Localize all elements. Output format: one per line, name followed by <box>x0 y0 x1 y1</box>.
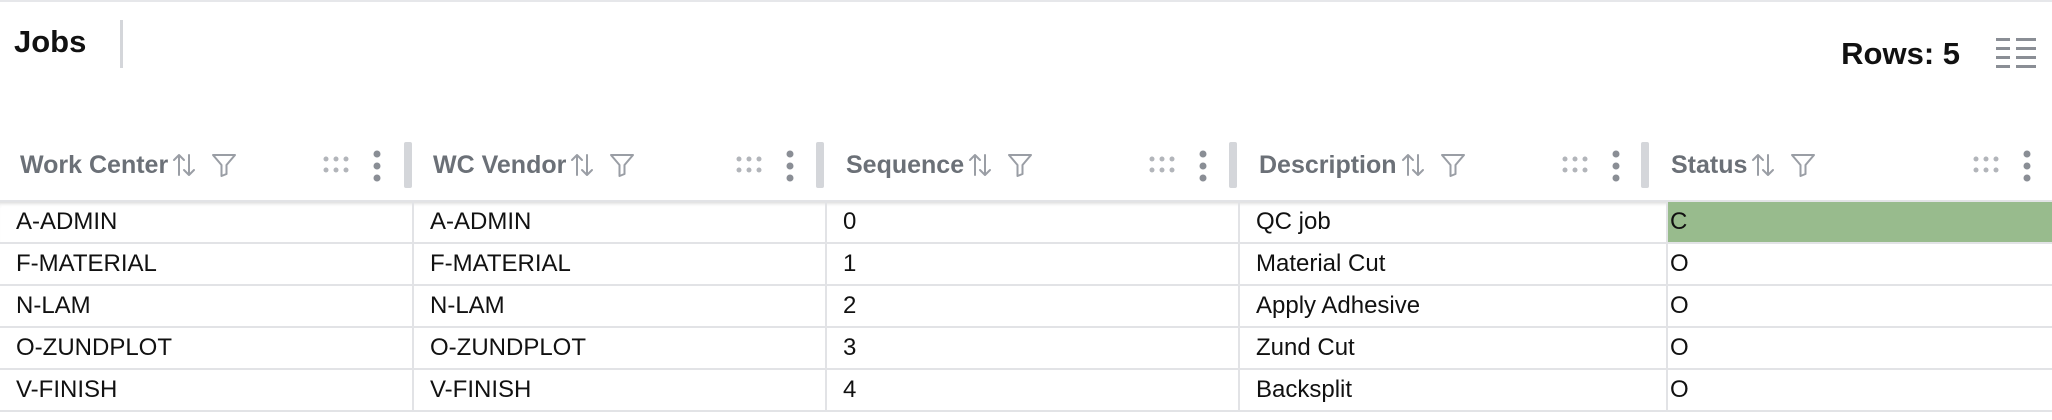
sort-arrows-icon[interactable] <box>170 151 198 179</box>
cell-work-center[interactable]: V-FINISH <box>0 370 414 410</box>
grid-toolbar: Jobs Rows: 5 <box>0 2 2052 130</box>
cell-status[interactable]: O <box>1668 328 2052 368</box>
kebab-menu-icon[interactable] <box>372 150 382 182</box>
grip-icon[interactable] <box>322 154 350 176</box>
cell-work-center[interactable]: O-ZUNDPLOT <box>0 328 414 368</box>
column-chooser-icon[interactable] <box>1996 36 2036 70</box>
cell-work-center[interactable]: A-ADMIN <box>0 202 414 242</box>
column-resize-handle[interactable] <box>1229 142 1237 188</box>
sort-arrows-icon[interactable] <box>966 151 994 179</box>
row-count: Rows: 5 <box>1841 36 1960 71</box>
cell-description[interactable]: Material Cut <box>1240 244 1668 284</box>
filter-icon[interactable] <box>1006 151 1034 179</box>
title-divider <box>120 20 123 68</box>
page-title: Jobs <box>14 24 87 59</box>
cell-sequence[interactable]: 1 <box>827 244 1240 284</box>
grip-icon[interactable] <box>1561 154 1589 176</box>
filter-icon[interactable] <box>1439 151 1467 179</box>
cell-wc-vendor[interactable]: O-ZUNDPLOT <box>414 328 827 368</box>
cell-sequence[interactable]: 0 <box>827 202 1240 242</box>
filter-icon[interactable] <box>210 151 238 179</box>
column-header-status[interactable]: Status <box>1651 130 2052 200</box>
kebab-menu-icon[interactable] <box>2022 150 2032 182</box>
column-resize-handle[interactable] <box>816 142 824 188</box>
filter-icon[interactable] <box>1789 151 1817 179</box>
sort-arrows-icon[interactable] <box>1399 151 1427 179</box>
cell-sequence[interactable]: 3 <box>827 328 1240 368</box>
grip-icon[interactable] <box>1972 154 2000 176</box>
cell-description[interactable]: Backsplit <box>1240 370 1668 410</box>
column-header-row: Work Center WC Vendor Sequence Descripti… <box>0 130 2052 202</box>
cell-sequence[interactable]: 4 <box>827 370 1240 410</box>
table-row[interactable]: F-MATERIAL F-MATERIAL 1 Material Cut O <box>0 244 2052 286</box>
table-row[interactable]: V-FINISH V-FINISH 4 Backsplit O <box>0 370 2052 412</box>
column-title[interactable]: Work Center <box>20 151 168 180</box>
cell-sequence[interactable]: 2 <box>827 286 1240 326</box>
cell-wc-vendor[interactable]: F-MATERIAL <box>414 244 827 284</box>
cell-status[interactable]: O <box>1668 244 2052 284</box>
table-row[interactable]: O-ZUNDPLOT O-ZUNDPLOT 3 Zund Cut O <box>0 328 2052 370</box>
cell-work-center[interactable]: N-LAM <box>0 286 414 326</box>
grip-icon[interactable] <box>735 154 763 176</box>
filter-icon[interactable] <box>608 151 636 179</box>
table-row[interactable]: N-LAM N-LAM 2 Apply Adhesive O <box>0 286 2052 328</box>
kebab-menu-icon[interactable] <box>1198 150 1208 182</box>
column-title[interactable]: Sequence <box>846 151 964 180</box>
column-title[interactable]: Status <box>1671 151 1747 180</box>
cell-status[interactable]: O <box>1668 286 2052 326</box>
sort-arrows-icon[interactable] <box>1749 151 1777 179</box>
cell-work-center[interactable]: F-MATERIAL <box>0 244 414 284</box>
column-header-work-center[interactable]: Work Center <box>0 130 412 200</box>
grip-icon[interactable] <box>1148 154 1176 176</box>
jobs-grid: Work Center WC Vendor Sequence Descripti… <box>0 130 2052 412</box>
column-resize-handle[interactable] <box>1641 142 1649 188</box>
column-title[interactable]: Description <box>1259 151 1397 180</box>
column-title[interactable]: WC Vendor <box>433 151 566 180</box>
kebab-menu-icon[interactable] <box>1611 150 1621 182</box>
column-header-sequence[interactable]: Sequence <box>826 130 1238 200</box>
cell-status[interactable]: C <box>1668 202 2052 242</box>
column-resize-handle[interactable] <box>404 142 412 188</box>
cell-wc-vendor[interactable]: A-ADMIN <box>414 202 827 242</box>
cell-description[interactable]: Zund Cut <box>1240 328 1668 368</box>
kebab-menu-icon[interactable] <box>785 150 795 182</box>
sort-arrows-icon[interactable] <box>568 151 596 179</box>
grid-body: A-ADMIN A-ADMIN 0 QC job C F-MATERIAL F-… <box>0 202 2052 412</box>
cell-description[interactable]: Apply Adhesive <box>1240 286 1668 326</box>
column-header-wc-vendor[interactable]: WC Vendor <box>413 130 825 200</box>
cell-wc-vendor[interactable]: N-LAM <box>414 286 827 326</box>
cell-status[interactable]: O <box>1668 370 2052 410</box>
table-row[interactable]: A-ADMIN A-ADMIN 0 QC job C <box>0 202 2052 244</box>
column-header-description[interactable]: Description <box>1239 130 1651 200</box>
cell-description[interactable]: QC job <box>1240 202 1668 242</box>
cell-wc-vendor[interactable]: V-FINISH <box>414 370 827 410</box>
